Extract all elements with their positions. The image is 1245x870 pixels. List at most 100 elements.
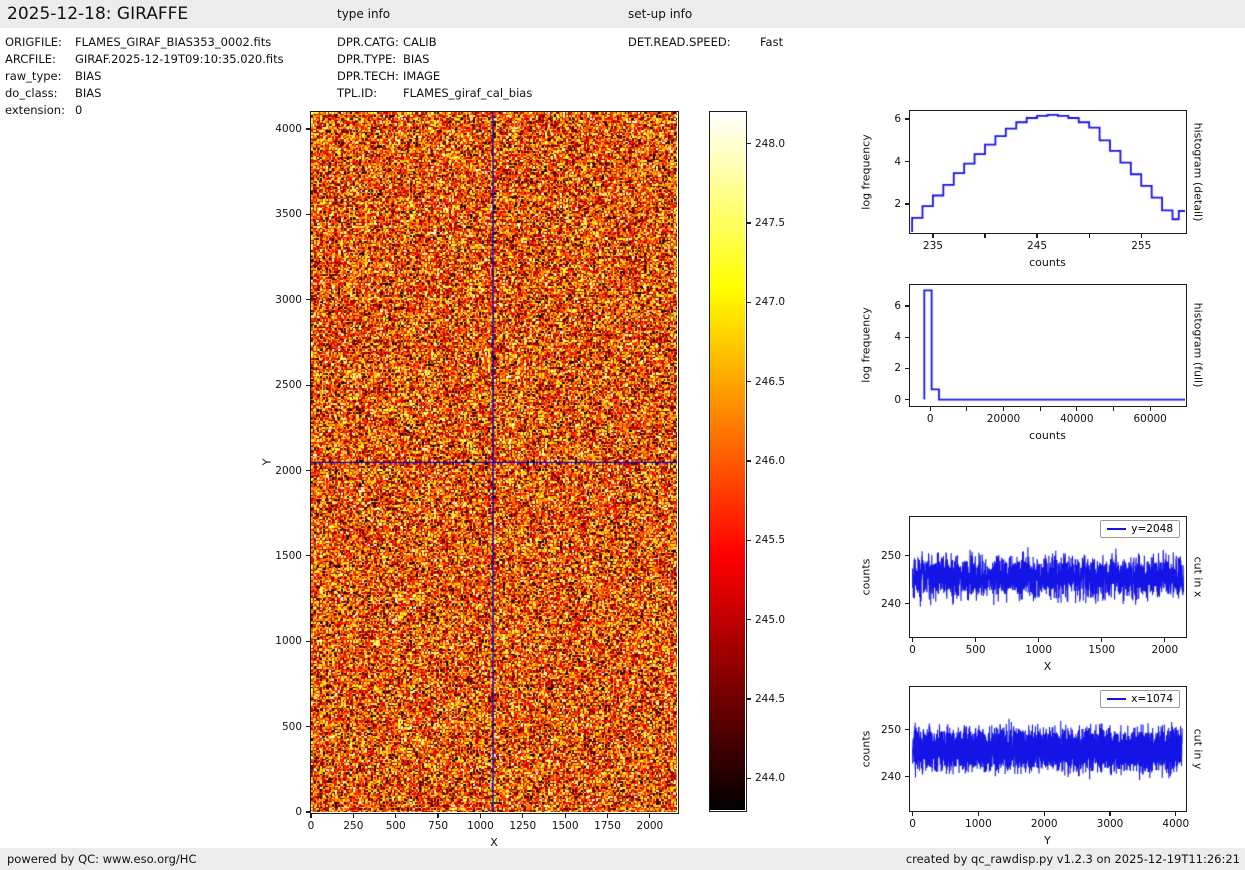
- meta-value: BIAS: [403, 52, 430, 66]
- axis-tick: [904, 336, 909, 338]
- axis-tick: [564, 813, 566, 818]
- meta-label: raw_type:: [5, 69, 62, 83]
- axis-tick: [904, 603, 909, 605]
- axis-tick: [305, 299, 310, 301]
- tick-label: 6: [894, 300, 901, 313]
- meta-value: FLAMES_GIRAF_BIAS353_0002.fits: [75, 35, 272, 49]
- tick-label: 245.5: [755, 534, 786, 547]
- meta-value: BIAS: [75, 86, 102, 100]
- tick-label: 246.5: [755, 375, 786, 388]
- axis-tick: [1036, 233, 1038, 238]
- axis-tick: [395, 813, 397, 818]
- axis-tick: [904, 118, 909, 120]
- tick-label: 246.0: [755, 455, 786, 467]
- axis-tick: [746, 619, 751, 621]
- raw-image-canvas: [311, 112, 677, 812]
- axis-tick: [904, 203, 909, 205]
- tick-label: 235: [922, 240, 943, 252]
- tick-label: 4000: [275, 123, 302, 136]
- meta-label: DET.READ.SPEED:: [628, 35, 731, 49]
- footer-left-text: powered by QC: www.eso.org/HC: [7, 852, 197, 866]
- axis-tick: [912, 811, 914, 816]
- right-panel-label: histogram (full): [1191, 302, 1205, 388]
- axis-tick: [911, 637, 914, 642]
- axis-tick: [305, 811, 310, 813]
- hist-full-canvas: [910, 285, 1185, 405]
- axis-tick: [904, 555, 909, 557]
- meta-label: DPR.CATG:: [337, 35, 399, 49]
- tick-label: 4: [894, 331, 901, 344]
- y-axis-label: counts: [859, 558, 873, 595]
- tick-label: 2000: [1030, 818, 1058, 830]
- right-panel-label: histogram (detail): [1191, 122, 1205, 221]
- axis-tick: [305, 726, 310, 728]
- meta-label: DPR.TECH:: [337, 69, 399, 83]
- tick-label: 244.0: [755, 772, 786, 785]
- tick-label: 1500: [551, 820, 579, 832]
- legend: x=1074: [1100, 690, 1180, 708]
- axis-tick: [904, 729, 909, 731]
- axis-tick: [1002, 406, 1005, 411]
- meta-label: TPL.ID:: [337, 86, 378, 100]
- legend-line-sample: [1107, 528, 1127, 530]
- tick-label: 1000: [275, 635, 302, 648]
- tick-label: 500: [281, 720, 302, 733]
- axis-tick: [1038, 637, 1040, 642]
- tick-label: 240: [880, 597, 901, 610]
- tick-label: 0: [295, 806, 302, 818]
- axis-tick: [606, 813, 609, 818]
- x-axis-label: X: [490, 836, 498, 849]
- x-axis-label: counts: [1029, 256, 1066, 269]
- axis-tick: [310, 813, 312, 818]
- axis-tick: [984, 233, 986, 238]
- axis-tick: [904, 305, 909, 307]
- tick-label: 250: [880, 723, 901, 736]
- tick-label: 500: [965, 644, 986, 656]
- tick-label: 1000: [965, 818, 992, 830]
- axis-tick: [746, 777, 751, 779]
- legend-label: x=1074: [1131, 693, 1173, 705]
- legend-line-sample: [1107, 698, 1127, 700]
- axis-tick: [1039, 406, 1041, 411]
- tick-label: 244.5: [755, 692, 786, 705]
- tick-label: 2000: [1151, 644, 1179, 656]
- axis-tick: [974, 637, 977, 642]
- axis-tick: [1149, 406, 1151, 411]
- axis-tick: [305, 640, 310, 642]
- meta-value: Fast: [760, 35, 784, 49]
- meta-label: ORIGFILE:: [5, 35, 62, 49]
- footer-right-text: created by qc_rawdisp.py v1.2.3 on 2025-…: [905, 852, 1240, 866]
- axis-tick: [305, 128, 310, 130]
- axis-tick: [746, 381, 751, 383]
- tick-label: 2500: [275, 379, 302, 392]
- meta-label: DPR.TYPE:: [337, 52, 397, 66]
- y-axis-label: log frequency: [859, 307, 873, 383]
- meta-label: do_class:: [5, 86, 58, 100]
- axis-tick: [966, 406, 968, 411]
- colorbar-canvas: [710, 112, 745, 810]
- axis-tick: [1175, 811, 1177, 816]
- tick-label: 250: [343, 820, 364, 832]
- right-panel-label: cut in x: [1191, 556, 1205, 597]
- axis-tick: [1109, 811, 1111, 816]
- meta-label: extension:: [5, 103, 65, 117]
- tick-label: 4: [894, 155, 901, 168]
- axis-tick: [649, 813, 651, 818]
- tick-label: 3500: [275, 208, 302, 221]
- x-axis-label: X: [1043, 660, 1052, 673]
- y-axis-label: Y: [260, 458, 274, 466]
- axis-tick: [1112, 406, 1115, 411]
- type-info-heading: type info: [337, 7, 391, 21]
- tick-label: 0: [909, 644, 916, 656]
- axis-tick: [1101, 637, 1103, 642]
- axis-tick: [904, 160, 909, 163]
- tick-label: 4000: [1162, 818, 1190, 830]
- tick-label: 247.0: [755, 296, 786, 309]
- meta-value: GIRAF.2025-12-19T09:10:35.020.fits: [75, 52, 284, 66]
- tick-label: 240: [880, 770, 901, 783]
- tick-label: 60000: [1133, 413, 1167, 425]
- tick-label: 0: [307, 820, 315, 832]
- y-axis-label: log frequency: [859, 133, 873, 210]
- meta-value: CALIB: [403, 35, 437, 49]
- axis-tick: [1076, 406, 1078, 411]
